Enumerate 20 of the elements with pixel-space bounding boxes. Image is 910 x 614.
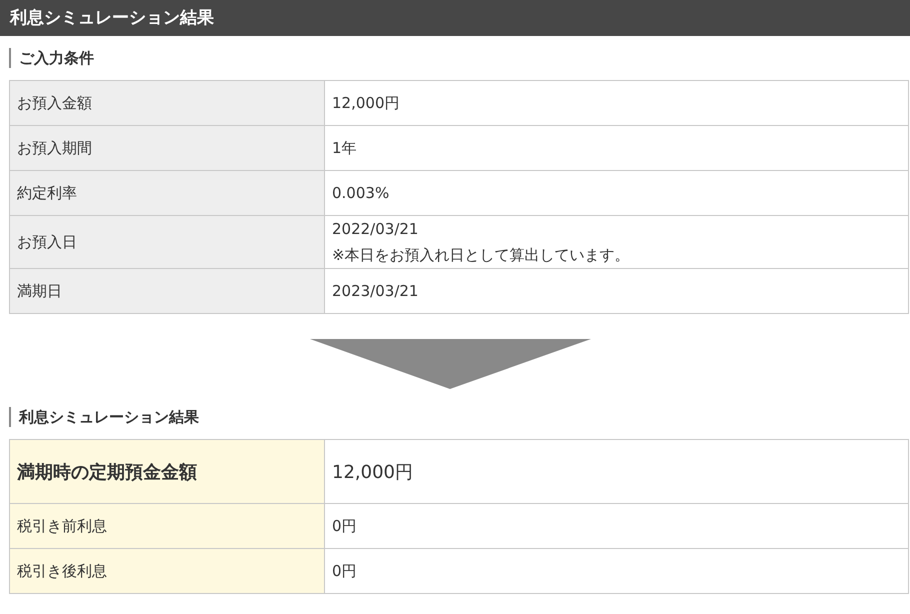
table-cell: 12,000円 — [324, 80, 908, 126]
table-cell: 1年 — [324, 126, 908, 170]
table-cell: 0円 — [324, 548, 908, 594]
table-cell: お預入期間 — [10, 126, 324, 170]
table-cell: 12,000円 — [324, 440, 908, 504]
table-cell: 税引き後利息 — [10, 548, 324, 594]
table-cell: 2023/03/21 — [324, 268, 908, 314]
table-cell: 2022/03/21 ※本日をお預入れ日として算出しています。 — [324, 216, 908, 268]
table-cell: 税引き前利息 — [10, 504, 324, 548]
section-heading: ご入力条件 — [9, 48, 910, 68]
down-arrow-icon — [310, 339, 591, 389]
table-cell: 0円 — [324, 504, 908, 548]
section-heading: 利息シミュレーション結果 — [9, 407, 910, 427]
page-title: 利息シミュレーション結果 — [0, 0, 910, 36]
table-cell: お預入日 — [10, 216, 324, 268]
table-cell: 0.003% — [324, 170, 908, 216]
table-cell: 満期日 — [10, 268, 324, 314]
table-cell: お預入金額 — [10, 80, 324, 126]
table-cell: 満期時の定期預金金額 — [10, 440, 324, 504]
table-cell: 約定利率 — [10, 170, 324, 216]
